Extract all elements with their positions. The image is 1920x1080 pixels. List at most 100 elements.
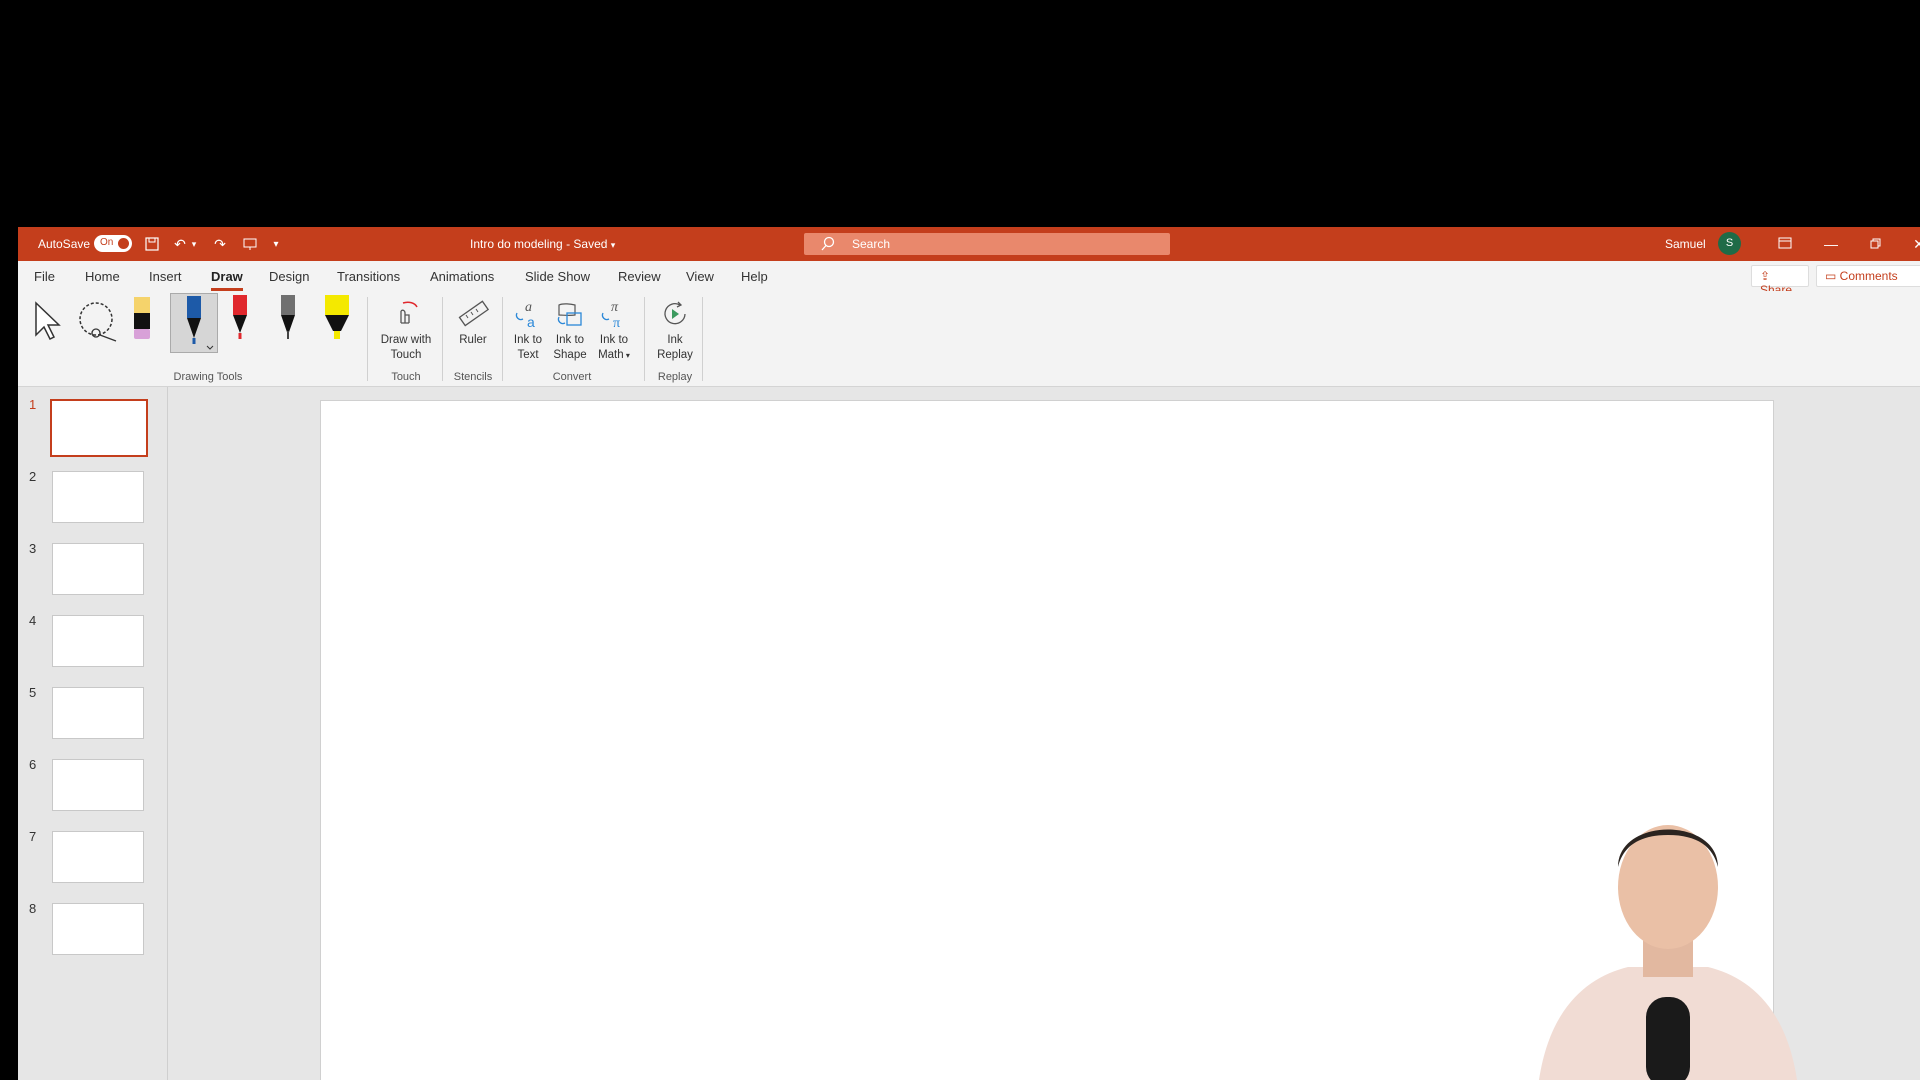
slide-thumbnail[interactable] [52, 615, 144, 667]
ink-to-math-label-text: Math [598, 349, 624, 361]
ink-to-math-label-1: Ink to [599, 334, 629, 346]
tab-slide-show[interactable]: Slide Show [525, 269, 590, 284]
ribbon-divider [502, 297, 503, 381]
ribbon-divider [644, 297, 645, 381]
ruler-icon [456, 299, 490, 329]
doc-name: Intro do modeling [470, 237, 563, 251]
draw-touch-label-2: Touch [390, 349, 422, 361]
present-from-start-icon[interactable] [240, 234, 260, 254]
ink-to-text-icon: aa [511, 299, 545, 330]
comment-icon: ▭ [1825, 269, 1840, 283]
ribbon-draw: Drawing Tools Draw with Touch Touch Rule… [18, 291, 1920, 387]
restore-icon[interactable] [1864, 233, 1886, 255]
presenter-webcam-overlay [1518, 787, 1818, 1080]
ink-to-shape-label-1: Ink to [555, 334, 585, 346]
autosave-state: On [100, 237, 114, 248]
ribbon-divider [702, 297, 703, 381]
ribbon-display-options-icon[interactable] [1774, 233, 1796, 255]
slide-number: 7 [29, 829, 37, 844]
ink-to-text-label-2: Text [517, 349, 539, 361]
slide-number: 2 [29, 469, 37, 484]
tab-transitions[interactable]: Transitions [337, 269, 400, 284]
search-placeholder: Search [852, 237, 891, 251]
highlighter-icon[interactable] [322, 295, 352, 352]
ribbon-divider [442, 297, 443, 381]
tab-help[interactable]: Help [741, 269, 768, 284]
draw-touch-icon [389, 299, 423, 329]
lasso-select-icon[interactable] [76, 301, 120, 348]
toggle-knob [118, 238, 129, 249]
document-title[interactable]: Intro do modeling - Saved ▾ [470, 237, 615, 251]
tab-draw[interactable]: Draw [211, 269, 243, 291]
ink-to-shape-button[interactable]: Ink to Shape [550, 299, 590, 363]
ink-to-math-button[interactable]: ππ Ink to Math ▾ [592, 299, 636, 363]
red-pen-icon[interactable] [228, 295, 252, 352]
slide-number: 1 [29, 397, 37, 412]
slide-thumbnails-panel: 1 2 3 4 5 6 7 8 [18, 387, 168, 1080]
group-replay: Replay [657, 371, 693, 383]
slide-thumbnail[interactable] [52, 543, 144, 595]
slide-thumbnail[interactable] [50, 399, 148, 457]
blue-pen-icon[interactable] [170, 293, 218, 353]
redo-icon[interactable]: ↷ [210, 234, 230, 254]
pencil-icon[interactable] [276, 295, 300, 352]
slide-number: 4 [29, 613, 37, 628]
ruler-label: Ruler [459, 334, 487, 346]
tab-file[interactable]: File [34, 269, 55, 284]
comments-label: Comments [1839, 269, 1898, 283]
replay-icon [658, 299, 692, 329]
share-button[interactable]: ⇪ Share [1751, 265, 1809, 297]
share-icon: ⇪ [1760, 269, 1771, 283]
video-letterbox-left [0, 227, 18, 1080]
group-stencils: Stencils [453, 371, 493, 383]
slide-number: 5 [29, 685, 37, 700]
slide-thumbnail[interactable] [52, 831, 144, 883]
slide-number: 8 [29, 901, 37, 916]
ink-to-shape-label-2: Shape [553, 349, 587, 361]
customize-qat-icon[interactable]: ▾ [266, 234, 286, 254]
ink-replay-label-1: Ink [667, 334, 683, 346]
ribbon-divider [367, 297, 368, 381]
tab-insert[interactable]: Insert [149, 269, 182, 284]
ink-to-math-label-2: Math ▾ [592, 348, 636, 363]
slide-thumbnail[interactable] [52, 759, 144, 811]
comments-button[interactable]: ▭ Comments [1816, 265, 1920, 287]
ribbon-tabs: File Home Insert Draw Design Transitions… [18, 261, 1920, 297]
avatar[interactable]: S [1718, 232, 1741, 255]
ruler-button[interactable]: Ruler [446, 299, 500, 348]
tab-animations[interactable]: Animations [430, 269, 494, 284]
ink-replay-button[interactable]: Ink Replay [650, 299, 700, 363]
save-icon[interactable] [142, 234, 162, 254]
draw-with-touch-button[interactable]: Draw with Touch [374, 299, 438, 363]
tab-review[interactable]: Review [618, 269, 661, 284]
tab-view[interactable]: View [686, 269, 714, 284]
slide-number: 3 [29, 541, 37, 556]
slide-thumbnail[interactable] [52, 471, 144, 523]
video-letterbox-top [0, 0, 1920, 227]
svg-text:a: a [527, 314, 535, 329]
slide-number: 6 [29, 757, 37, 772]
tab-home[interactable]: Home [85, 269, 120, 284]
svg-text:a: a [525, 300, 532, 315]
ink-to-shape-icon [553, 299, 587, 329]
group-convert: Convert [552, 371, 592, 383]
group-touch: Touch [391, 371, 421, 383]
slide-thumbnail[interactable] [52, 903, 144, 955]
autosave-toggle[interactable]: On [94, 235, 132, 252]
minimize-icon[interactable]: — [1820, 233, 1842, 255]
select-tool-icon[interactable] [32, 301, 62, 346]
tab-design[interactable]: Design [269, 269, 309, 284]
close-icon[interactable]: ✕ [1908, 233, 1920, 255]
save-status: Saved [573, 237, 608, 251]
eraser-icon[interactable] [132, 295, 152, 348]
chevron-down-icon: ▾ [623, 351, 630, 360]
search-icon [820, 236, 836, 255]
search-box[interactable]: Search [804, 233, 1170, 255]
ink-to-text-button[interactable]: aa Ink to Text [508, 299, 548, 363]
draw-touch-label-1: Draw with [380, 334, 432, 346]
title-bar: AutoSave On ↶ ▾ ↷ ▾ Intro do modeling - … [18, 227, 1920, 261]
ink-replay-label-2: Replay [657, 349, 693, 361]
undo-dropdown-icon[interactable]: ▾ [184, 234, 204, 254]
user-name[interactable]: Samuel [1665, 237, 1706, 251]
slide-thumbnail[interactable] [52, 687, 144, 739]
